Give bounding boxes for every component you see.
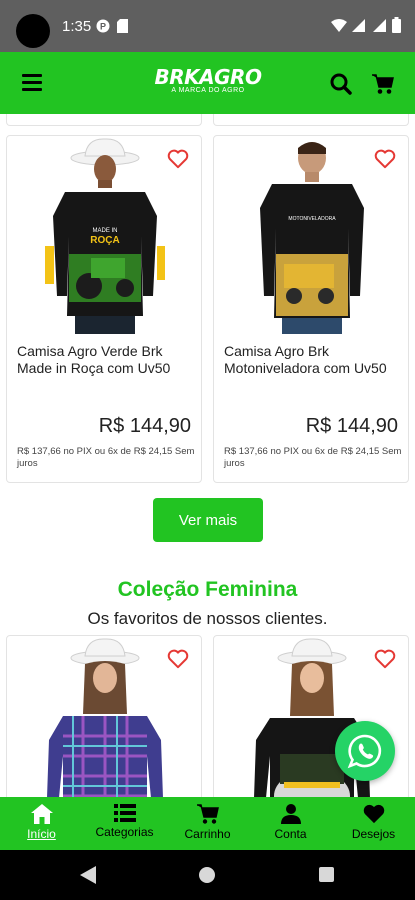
home-button[interactable]	[199, 867, 215, 883]
product-card[interactable]: MADE IN ROÇA Camisa Agro Verde Brk Made …	[6, 135, 202, 483]
svg-text:ROÇA: ROÇA	[90, 235, 119, 246]
whatsapp-button[interactable]	[335, 721, 395, 781]
nav-label: Início	[27, 827, 56, 841]
svg-text:MOTONIVELADORA: MOTONIVELADORA	[288, 216, 336, 222]
previous-card-bottom	[213, 114, 409, 126]
product-installment: R$ 137,66 no PIX ou 6x de R$ 24,15 Sem j…	[224, 446, 402, 469]
brand-logo[interactable]: BRKAGRO A MARCA DO AGRO	[148, 67, 268, 94]
user-icon	[280, 804, 301, 824]
menu-icon[interactable]	[22, 74, 42, 92]
whatsapp-icon	[347, 734, 382, 769]
heart-icon	[363, 804, 384, 824]
wishlist-heart-icon[interactable]	[167, 149, 189, 169]
wishlist-heart-icon[interactable]	[167, 649, 189, 669]
product-price: R$ 144,90	[305, 415, 398, 437]
bottom-nav: Início Categorias Carrinho Conta Desejos	[0, 797, 415, 850]
home-icon	[30, 804, 53, 824]
nav-label: Conta	[274, 827, 307, 841]
product-card[interactable]	[6, 635, 202, 797]
wifi-icon	[331, 19, 347, 32]
signal-2-icon	[373, 19, 386, 32]
camera-cutout	[16, 14, 50, 48]
sd-card-icon	[117, 19, 128, 33]
main-content: MADE IN ROÇA Camisa Agro Verde Brk Made …	[0, 114, 415, 797]
nav-item-carrinho[interactable]: Carrinho	[166, 797, 249, 850]
section-subtitle: Os favoritos de nossos clientes.	[87, 609, 328, 628]
cart-icon	[196, 804, 219, 824]
product-name[interactable]: Camisa Agro Brk Motoniveladora com Uv50	[224, 343, 404, 377]
signal-icon	[352, 19, 365, 32]
app-header: BRKAGRO A MARCA DO AGRO	[0, 52, 415, 114]
nav-item-categorias[interactable]: Categorias	[83, 797, 166, 850]
nav-item-desejos[interactable]: Desejos	[332, 797, 415, 850]
product-card[interactable]: MOTONIVELADORA Camisa Agro Brk Motonivel…	[213, 135, 409, 483]
wishlist-heart-icon[interactable]	[374, 149, 396, 169]
recent-apps-button[interactable]	[319, 867, 334, 882]
list-icon	[113, 804, 136, 822]
svg-text:P: P	[100, 22, 106, 32]
svg-text:MADE IN: MADE IN	[92, 228, 117, 234]
android-nav-bar	[0, 850, 415, 900]
cart-icon[interactable]	[372, 73, 394, 95]
battery-icon	[392, 17, 401, 33]
ver-mais-button[interactable]: Ver mais	[153, 498, 263, 542]
nav-label: Categorias	[95, 825, 154, 839]
nav-label: Carrinho	[184, 827, 231, 841]
brand-logo-text: BRKAGRO	[154, 65, 262, 89]
nav-label: Desejos	[351, 827, 396, 841]
wishlist-heart-icon[interactable]	[374, 649, 396, 669]
search-icon[interactable]	[330, 73, 352, 95]
previous-card-bottom	[6, 114, 202, 126]
back-icon[interactable]	[80, 866, 96, 884]
nav-item-inicio[interactable]: Início	[0, 797, 83, 850]
product-price: R$ 144,90	[98, 415, 191, 437]
status-time: 1:35	[62, 18, 92, 35]
product-installment: R$ 137,66 no PIX ou 6x de R$ 24,15 Sem j…	[17, 446, 195, 469]
section-title: Coleção Feminina	[117, 578, 298, 601]
nav-item-conta[interactable]: Conta	[249, 797, 332, 850]
product-name[interactable]: Camisa Agro Verde Brk Made in Roça com U…	[17, 343, 197, 377]
status-bar: 1:35 P	[0, 0, 415, 52]
pinterest-notification-icon: P	[96, 19, 110, 33]
